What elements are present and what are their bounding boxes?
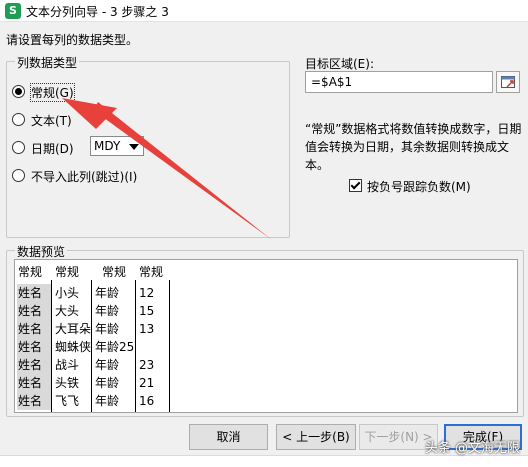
preview-cell: 13 [139,322,155,336]
negative-sign-label[interactable]: 按负号跟踪负数(M) [367,178,471,195]
preview-cell: 年龄 [95,286,120,300]
preview-cell: 年龄 [95,394,120,408]
back-button[interactable]: < 上一步(B) [276,424,356,450]
radio-date-label[interactable]: 日期(D) [31,140,74,157]
preview-cell: 姓名 [17,338,51,356]
preview-cell: 年龄25 [95,340,135,354]
preview-cell: 12 [139,286,155,300]
preview-cell: 蜘蛛侠 [55,340,92,354]
preview-cell: 姓名 [17,374,51,392]
target-area-label: 目标区域(E): [305,57,374,71]
radio-text-label[interactable]: 文本(T) [31,112,72,129]
watermark: 头条 @文海无限 [424,441,520,456]
data-preview-grid[interactable]: 常规 姓名 姓名 姓名 姓名 姓名 姓名 姓名 常规 小头 大头 大耳朵 蜘蛛侠… [14,259,518,413]
preview-cell: 姓名 [17,302,51,320]
preview-cell: 小头 [55,286,80,300]
preview-cell: 23 [139,358,155,372]
radio-text-button[interactable] [12,113,25,126]
instruction-text: 请设置每列的数据类型。 [6,33,139,47]
preview-cell: 15 [139,304,155,318]
preview-cell: 年龄 [95,322,120,336]
preview-column-2[interactable]: 常规 小头 大头 大耳朵 蜘蛛侠 战斗 头铁 飞飞 [52,260,92,412]
format-description: “常规”数据格式将数值转换成数字，日期值会转换为日期，其余数据则转换成文本。 [305,122,522,172]
radio-general-button[interactable] [12,85,25,98]
preview-column-3[interactable]: 常规 年龄 年龄 年龄 年龄25 年龄 年龄 年龄 [92,260,135,412]
cancel-button[interactable]: 取消 [189,424,268,450]
radio-skip-label[interactable]: 不导入此列(跳过)(I) [31,168,137,185]
wps-app-icon: S [5,3,21,19]
date-format-select[interactable]: MDY [90,136,144,156]
radio-general-label[interactable]: 常规(G) [30,83,75,102]
target-area-input[interactable]: =$A$1 [305,71,493,93]
preview-header[interactable]: 常规 [55,263,79,281]
preview-cell: 年龄 [95,304,120,318]
window-title: 文本分列向导 - 3 步骤之 3 [26,5,169,19]
preview-cell: 姓名 [17,284,51,302]
sheet-strip [0,455,528,467]
preview-cell: 年龄 [95,358,120,372]
date-format-value: MDY [94,139,121,153]
preview-header[interactable]: 常规 [139,263,163,281]
title-bar: S 文本分列向导 - 3 步骤之 3 [0,0,528,22]
preview-cell: 姓名 [17,392,51,410]
target-area-value: =$A$1 [311,75,353,89]
check-icon [350,179,361,190]
radio-skip-button[interactable] [12,169,25,182]
chevron-down-icon[interactable] [129,144,139,150]
preview-cell: 16 [139,394,155,408]
preview-cell: 飞飞 [55,394,80,408]
preview-cell: 战斗 [55,358,80,372]
preview-cell: 21 [139,376,155,390]
preview-cell: 年龄 [95,376,120,390]
range-select-icon [501,76,515,88]
preview-column-1[interactable]: 常规 姓名 姓名 姓名 姓名 姓名 姓名 姓名 [15,260,51,412]
range-select-button[interactable] [496,71,520,93]
preview-cell: 大头 [55,304,80,318]
preview-cell: 姓名 [17,356,51,374]
preview-cell: 姓名 [17,320,51,338]
preview-header[interactable]: 常规 [18,263,42,281]
radio-date-button[interactable] [12,141,25,154]
negative-sign-checkbox[interactable] [349,179,362,192]
preview-cell: 大耳朵 [55,322,92,336]
column-separator[interactable] [169,280,170,412]
column-type-caption: 列数据类型 [15,54,80,71]
data-preview-caption: 数据预览 [15,243,68,260]
preview-column-4[interactable]: 常规 12 15 13 23 21 16 [136,260,169,412]
preview-header[interactable]: 常规 [102,263,126,281]
preview-cell: 头铁 [55,376,80,390]
